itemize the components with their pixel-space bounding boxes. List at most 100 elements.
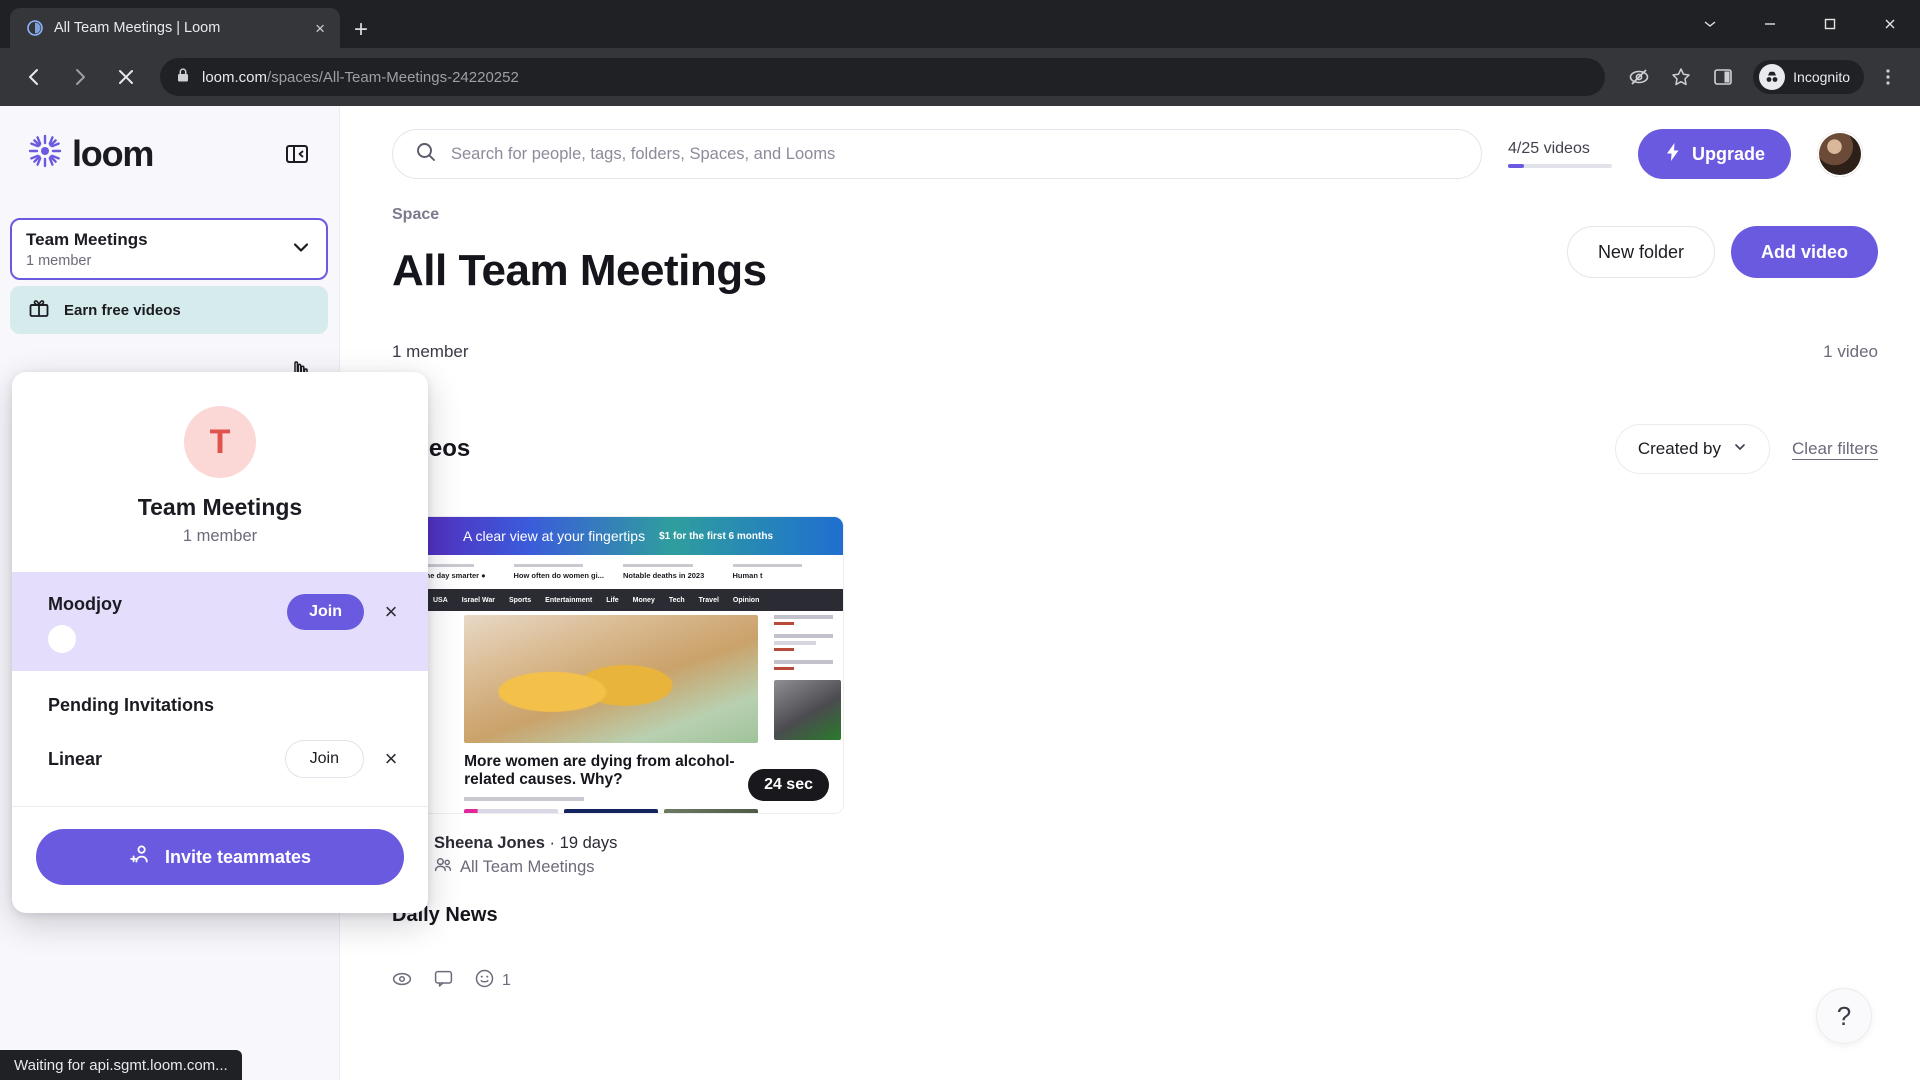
loom-wordmark: loom: [72, 132, 154, 174]
page-actions: New folder Add video: [1566, 226, 1878, 278]
search-icon: [415, 141, 437, 168]
address-domain: loom.com: [202, 68, 268, 86]
headline-item: Notable deaths in 2023: [618, 564, 728, 580]
thumbnail-story: More women are dying from alcohol-relate…: [426, 611, 774, 813]
chevron-down-icon: [1733, 439, 1747, 459]
reactions-stat[interactable]: 1: [475, 969, 511, 993]
space-content: Space All Team Meetings New folder Add v…: [340, 202, 1920, 993]
new-tab-button[interactable]: +: [354, 18, 368, 42]
new-folder-button[interactable]: New folder: [1566, 226, 1715, 278]
video-space-line: All Team Meetings: [434, 857, 617, 878]
chevron-down-icon[interactable]: [290, 236, 312, 263]
workspace-actions: Join ×: [287, 594, 402, 630]
chrome-menu-icon[interactable]: [1870, 59, 1906, 95]
story-tiles: [464, 808, 759, 813]
story-tile: [464, 808, 559, 813]
space-selector[interactable]: Team Meetings 1 member: [10, 218, 328, 280]
views-stat: [392, 971, 412, 992]
video-space-name: All Team Meetings: [460, 858, 595, 876]
side-photo: [774, 680, 841, 740]
tab-title: All Team Meetings | Loom: [54, 20, 221, 36]
maximize-icon[interactable]: [1800, 0, 1860, 48]
created-by-label: Created by: [1637, 439, 1722, 458]
video-card[interactable]: A clear view at your fingertips $1 for t…: [392, 516, 844, 993]
side-story: [774, 615, 841, 625]
emoji-icon: [475, 969, 494, 993]
join-invitation-button[interactable]: Join: [284, 740, 364, 778]
video-author-line: Sheena Jones · 19 days: [434, 834, 617, 853]
minimize-icon[interactable]: [1740, 0, 1800, 48]
browser-status-bar: Waiting for api.sgmt.loom.com...: [0, 1050, 242, 1080]
search-input[interactable]: Search for people, tags, folders, Spaces…: [392, 129, 1482, 179]
nav-item: Travel: [698, 596, 719, 604]
dismiss-invitation-icon[interactable]: ×: [380, 748, 402, 770]
created-by-filter[interactable]: Created by: [1614, 424, 1771, 474]
space-meta-row: 1 member 1 video: [392, 342, 1878, 362]
nav-item: Sports: [508, 596, 532, 604]
loom-mark-icon: [26, 132, 64, 175]
profile-chip[interactable]: Incognito: [1753, 60, 1864, 94]
address-path: /spaces/All-Team-Meetings-24220252: [267, 68, 519, 86]
help-button[interactable]: ?: [1816, 988, 1872, 1044]
space-members-count: 1 member: [392, 342, 469, 361]
headline-text: How often do women gi...: [513, 571, 604, 580]
nav-item: Israel War: [461, 596, 495, 604]
clear-filters-button[interactable]: Clear filters: [1792, 439, 1878, 459]
pending-invitation-row[interactable]: Linear Join ×: [12, 722, 428, 796]
loom-favicon-icon: [26, 19, 44, 37]
comments-stat: [434, 970, 453, 992]
side-panel-icon[interactable]: [1705, 59, 1741, 95]
avatar[interactable]: [1817, 131, 1864, 177]
gift-icon: [28, 297, 50, 324]
address-bar[interactable]: loom.com/spaces/All-Team-Meetings-242202…: [160, 58, 1606, 96]
window-controls: [1680, 0, 1920, 48]
story-tile: [564, 808, 659, 813]
invite-teammates-label: Invite teammates: [164, 846, 312, 867]
video-thumbnail[interactable]: A clear view at your fingertips $1 for t…: [392, 516, 844, 814]
back-icon[interactable]: [14, 57, 54, 97]
stop-loading-icon[interactable]: [106, 57, 146, 97]
invite-teammates-button[interactable]: Invite teammates: [36, 829, 404, 885]
videos-quota: 4/25 videos: [1508, 140, 1612, 168]
browser-tab[interactable]: All Team Meetings | Loom ×: [10, 8, 340, 48]
upgrade-button[interactable]: Upgrade: [1638, 129, 1792, 179]
bolt-icon: [1664, 142, 1682, 167]
nav-item: Tech: [668, 596, 685, 604]
breadcrumb: Space: [392, 206, 440, 223]
minimize-all-icon[interactable]: [1680, 0, 1740, 48]
tab-close-icon[interactable]: ×: [310, 17, 330, 40]
team-popup-title: Team Meetings: [137, 494, 303, 520]
add-video-button[interactable]: Add video: [1730, 226, 1878, 278]
pending-invitations-title: Pending Invitations: [48, 695, 215, 715]
comment-icon: [434, 970, 453, 992]
page-viewport: loom Team Meetings 1 member Earn free vi…: [0, 106, 1920, 1080]
forward-icon[interactable]: [60, 57, 100, 97]
side-story: [774, 634, 841, 651]
incognito-icon: [1759, 64, 1786, 90]
invite-section: Invite teammates: [12, 807, 428, 913]
bookmark-star-icon[interactable]: [1663, 59, 1699, 95]
close-window-icon[interactable]: [1860, 0, 1920, 48]
tracking-protection-icon[interactable]: [1621, 59, 1657, 95]
tab-strip: All Team Meetings | Loom × +: [0, 0, 1920, 48]
loom-logo[interactable]: loom: [26, 132, 154, 175]
search-placeholder: Search for people, tags, folders, Spaces…: [451, 144, 836, 163]
thumbnail-headline-strip: Start the day smarter ● How often do wom…: [393, 555, 843, 589]
space-selector-name: Team Meetings: [26, 230, 148, 250]
videos-quota-label: 4/25 videos: [1508, 140, 1590, 157]
eye-icon: [392, 971, 412, 992]
story-byline: [464, 796, 585, 801]
collapse-sidebar-icon[interactable]: [281, 138, 313, 170]
nav-item: USA: [433, 596, 448, 604]
video-stats: 1: [392, 969, 844, 993]
workspace-row-moodjoy[interactable]: Moodjoy Join ×: [12, 572, 428, 671]
earn-free-videos-banner[interactable]: Earn free videos: [10, 286, 328, 334]
dismiss-workspace-icon[interactable]: ×: [380, 601, 402, 623]
video-age: 19 days: [559, 834, 618, 852]
add-people-icon: [129, 844, 153, 871]
space-videos-count: 1 video: [1823, 342, 1878, 361]
video-title[interactable]: Daily News: [392, 904, 844, 927]
story-headline: More women are dying from alcohol-relate…: [464, 753, 735, 788]
team-popup-header: T Team Meetings 1 member: [12, 372, 428, 572]
join-workspace-button[interactable]: Join: [287, 594, 364, 630]
